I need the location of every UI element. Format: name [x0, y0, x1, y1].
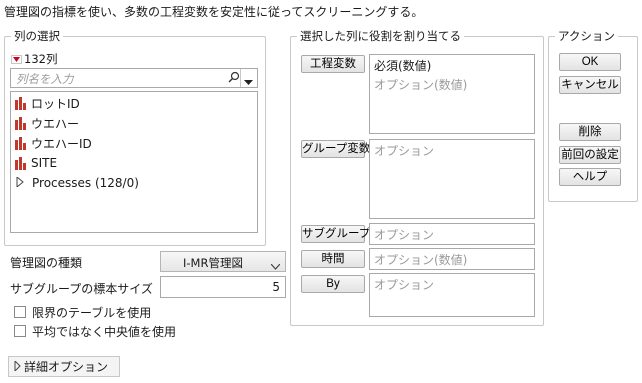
- limits-table-checkbox[interactable]: [14, 306, 26, 318]
- chart-type-label: 管理図の種類: [10, 256, 83, 270]
- group-variable-button[interactable]: グループ変数: [301, 140, 370, 158]
- advanced-options-label: 詳細オプション: [24, 360, 109, 374]
- list-item[interactable]: ウエハー: [15, 113, 79, 133]
- bar-chart-icon: [15, 116, 26, 130]
- list-item-label: ロットID: [31, 96, 80, 111]
- remove-button[interactable]: 削除: [559, 123, 621, 141]
- bar-chart-icon: [15, 156, 26, 170]
- column-count-label: 132列: [24, 52, 58, 66]
- subgroup-size-value: 5: [272, 280, 280, 294]
- time-placeholder: オプション(数値): [374, 253, 468, 267]
- list-item[interactable]: SITE: [15, 153, 57, 173]
- subgroup-size-input[interactable]: 5: [160, 276, 286, 298]
- required-label: 必須(数値): [374, 59, 432, 73]
- red-triangle-icon[interactable]: [11, 54, 22, 64]
- median-checkbox[interactable]: [14, 325, 26, 337]
- chevron-right-icon[interactable]: [16, 175, 27, 190]
- actions-panel: アクション OK キャンセル 削除 前回の設定 ヘルプ: [548, 29, 638, 202]
- chevron-right-icon: [14, 359, 21, 374]
- bar-chart-icon: [15, 136, 26, 150]
- search-icon[interactable]: [227, 70, 241, 87]
- cancel-button[interactable]: キャンセル: [559, 76, 621, 94]
- limits-table-label: 限界のテーブルを使用: [32, 306, 152, 320]
- search-placeholder: 列名を入力: [16, 72, 74, 86]
- list-item[interactable]: ロットID: [15, 93, 80, 113]
- advanced-options-toggle[interactable]: 詳細オプション: [8, 356, 120, 377]
- process-variable-box[interactable]: 必須(数値) オプション(数値): [369, 54, 535, 134]
- subgroup-button[interactable]: サブグループ: [301, 225, 370, 243]
- column-list[interactable]: ロットID ウエハー ウエハーID SITE Processes (128/0): [10, 91, 258, 233]
- help-button[interactable]: ヘルプ: [559, 168, 621, 186]
- column-select-title: 列の選択: [11, 29, 63, 43]
- subgroup-size-label: サブグループの標本サイズ: [10, 282, 153, 296]
- chart-type-value: I-MR管理図: [183, 256, 243, 270]
- subgroup-box[interactable]: オプション: [369, 223, 535, 245]
- group-placeholder: オプション: [374, 144, 435, 158]
- list-item[interactable]: ウエハーID: [15, 133, 92, 153]
- subgroup-placeholder: オプション: [374, 228, 435, 242]
- by-button[interactable]: By: [301, 275, 365, 293]
- time-button[interactable]: 時間: [301, 250, 365, 268]
- dialog-description: 管理図の指標を使い、多数の工程変数を安定性に従ってスクリーニングする。: [4, 5, 424, 19]
- chevron-down-icon: [270, 259, 281, 273]
- optional-label: オプション(数値): [374, 78, 468, 92]
- actions-title: アクション: [555, 29, 618, 43]
- process-variable-button[interactable]: 工程変数: [301, 55, 365, 73]
- search-divider: [240, 69, 241, 87]
- roles-panel: 選択した列に役割を割り当てる 工程変数 必須(数値) オプション(数値) グルー…: [290, 29, 544, 326]
- list-item-label: ウエハー: [31, 116, 80, 131]
- column-search-input[interactable]: 列名を入力: [10, 68, 258, 88]
- chart-type-select[interactable]: I-MR管理図: [160, 251, 286, 272]
- group-variable-box[interactable]: オプション: [369, 139, 535, 219]
- ok-button[interactable]: OK: [559, 53, 621, 71]
- list-item-group[interactable]: Processes (128/0): [15, 173, 139, 193]
- list-group-label: Processes (128/0): [32, 176, 139, 190]
- column-count-row[interactable]: 132列: [11, 51, 57, 67]
- by-box[interactable]: オプション: [369, 273, 535, 317]
- column-select-panel: 列の選択 132列 列名を入力 ロットID ウエハー ウエハーID SITE P…: [4, 29, 266, 246]
- list-item-label: SITE: [31, 156, 58, 170]
- chevron-down-icon[interactable]: [244, 75, 253, 89]
- by-placeholder: オプション: [374, 278, 435, 292]
- time-box[interactable]: オプション(数値): [369, 248, 535, 270]
- list-item-label: ウエハーID: [31, 136, 92, 151]
- recall-button[interactable]: 前回の設定: [559, 146, 621, 164]
- median-label: 平均ではなく中央値を使用: [32, 325, 177, 339]
- roles-title: 選択した列に役割を割り当てる: [297, 29, 464, 43]
- bar-chart-icon: [15, 96, 26, 110]
